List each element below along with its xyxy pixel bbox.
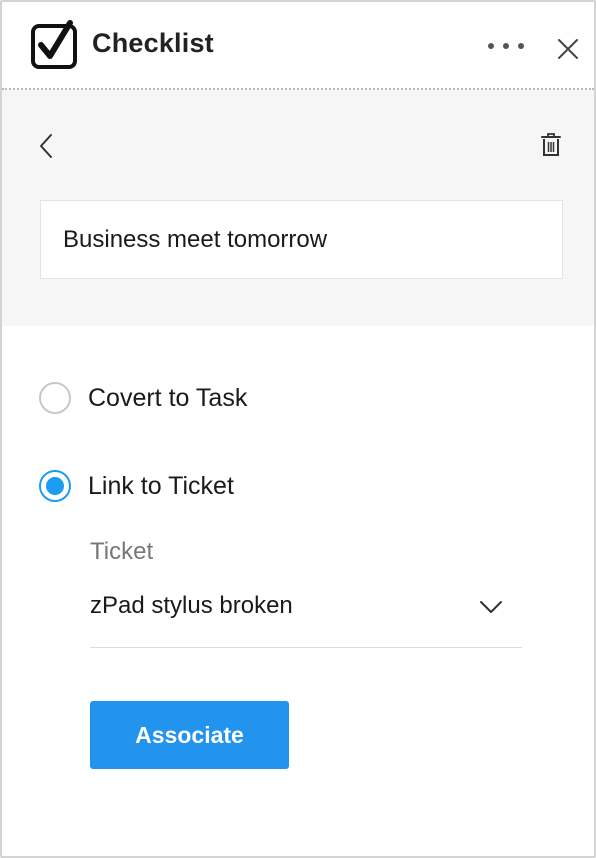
ticket-field-label: Ticket (90, 538, 154, 565)
chevron-down-icon (480, 601, 502, 613)
more-dot (488, 43, 494, 49)
item-editor-section: Business meet tomorrow (2, 90, 594, 326)
trash-icon[interactable] (539, 132, 563, 158)
checkbox-check-icon (31, 20, 77, 69)
chevron-left-icon[interactable] (36, 132, 60, 162)
associate-button[interactable]: Associate (90, 701, 289, 769)
more-dot (518, 43, 524, 49)
convert-to-task-label: Covert to Task (88, 383, 248, 412)
close-icon[interactable] (555, 36, 581, 62)
ticket-selected-value: zPad stylus broken (90, 592, 293, 619)
panel-title: Checklist (92, 28, 214, 58)
convert-to-task-radio[interactable] (39, 382, 71, 414)
panel-header: Checklist (2, 2, 594, 90)
convert-to-task-option[interactable]: Covert to Task (39, 382, 247, 414)
link-to-ticket-label: Link to Ticket (88, 471, 234, 500)
more-dot (503, 43, 509, 49)
ticket-dropdown[interactable]: zPad stylus broken (90, 588, 522, 648)
checklist-panel: Checklist Business meet tomorrow Covert … (0, 0, 596, 858)
more-options-icon[interactable] (488, 36, 524, 56)
link-to-ticket-option[interactable]: Link to Ticket (39, 470, 234, 502)
checklist-item-text[interactable]: Business meet tomorrow (40, 200, 563, 279)
link-to-ticket-radio[interactable] (39, 470, 71, 502)
